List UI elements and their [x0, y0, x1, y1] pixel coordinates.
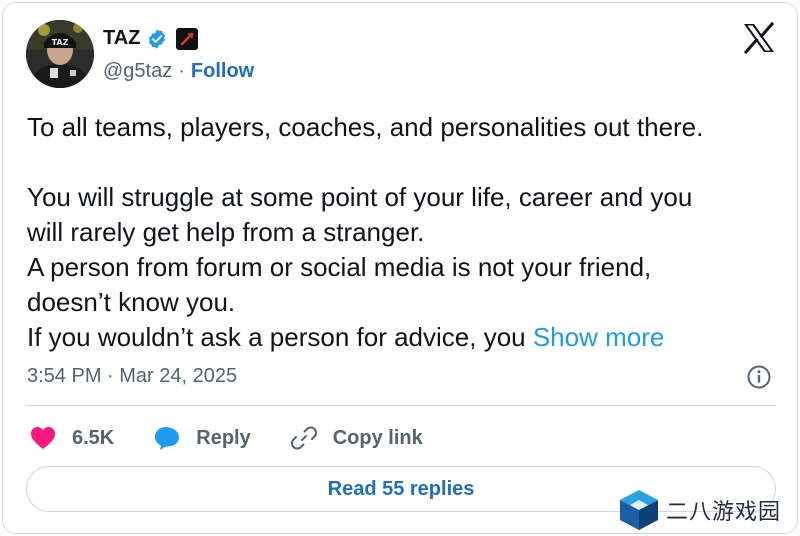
like-count: 6.5K	[72, 426, 115, 449]
show-more-link[interactable]: Show more	[533, 322, 665, 352]
tweet-line: A person from forum or social media is n…	[27, 252, 652, 282]
reply-bubble-icon	[152, 423, 182, 453]
tweet-line: To all teams, players, coaches, and pers…	[27, 112, 704, 142]
watermark: 二八游戏园	[618, 488, 781, 532]
avatar-image: TAZ	[26, 20, 94, 88]
link-icon	[289, 423, 319, 453]
copy-link-button[interactable]: Copy link	[289, 423, 423, 453]
author-name-row: TAZ	[103, 27, 199, 50]
affiliation-badge-icon[interactable]	[176, 27, 199, 50]
watermark-text: 二八游戏园	[666, 500, 782, 525]
divider	[26, 405, 776, 406]
tweet-line: will rarely get help from a stranger.	[27, 217, 425, 247]
reply-label: Reply	[196, 426, 251, 449]
reply-button[interactable]: Reply	[152, 423, 251, 453]
tweet-line-last: If you wouldn’t ask a person for advice,…	[27, 320, 787, 355]
read-replies-label: Read 55 replies	[327, 477, 475, 500]
avatar-cap-text: TAZ	[52, 38, 69, 47]
x-logo-icon[interactable]	[742, 22, 776, 54]
tweet-text: To all teams, players, coaches, and pers…	[27, 110, 787, 355]
cube-logo-icon	[620, 490, 658, 530]
heart-icon	[28, 423, 58, 453]
follow-button[interactable]: Follow	[191, 60, 254, 83]
tweet-line: doesn’t know you.	[27, 287, 236, 317]
separator-dot: ·	[178, 60, 185, 82]
author-handle[interactable]: @g5taz	[103, 60, 172, 83]
copy-link-label: Copy link	[332, 426, 423, 449]
avatar[interactable]: TAZ	[26, 20, 94, 88]
verified-badge-icon	[149, 28, 166, 49]
tweet-timestamp[interactable]: 3:54 PM · Mar 24, 2025	[27, 365, 237, 388]
author-display-name[interactable]: TAZ	[103, 27, 140, 50]
author-handle-row: @g5taz · Follow	[103, 60, 254, 83]
info-icon[interactable]	[746, 364, 772, 390]
action-bar: 6.5K Reply Copy link	[28, 422, 461, 454]
like-button[interactable]: 6.5K	[28, 423, 114, 453]
tweet-line: You will struggle at some point of your …	[27, 182, 693, 212]
affiliation-logo-icon	[181, 32, 194, 45]
tweet-line: If you wouldn’t ask a person for advice,…	[27, 322, 526, 352]
